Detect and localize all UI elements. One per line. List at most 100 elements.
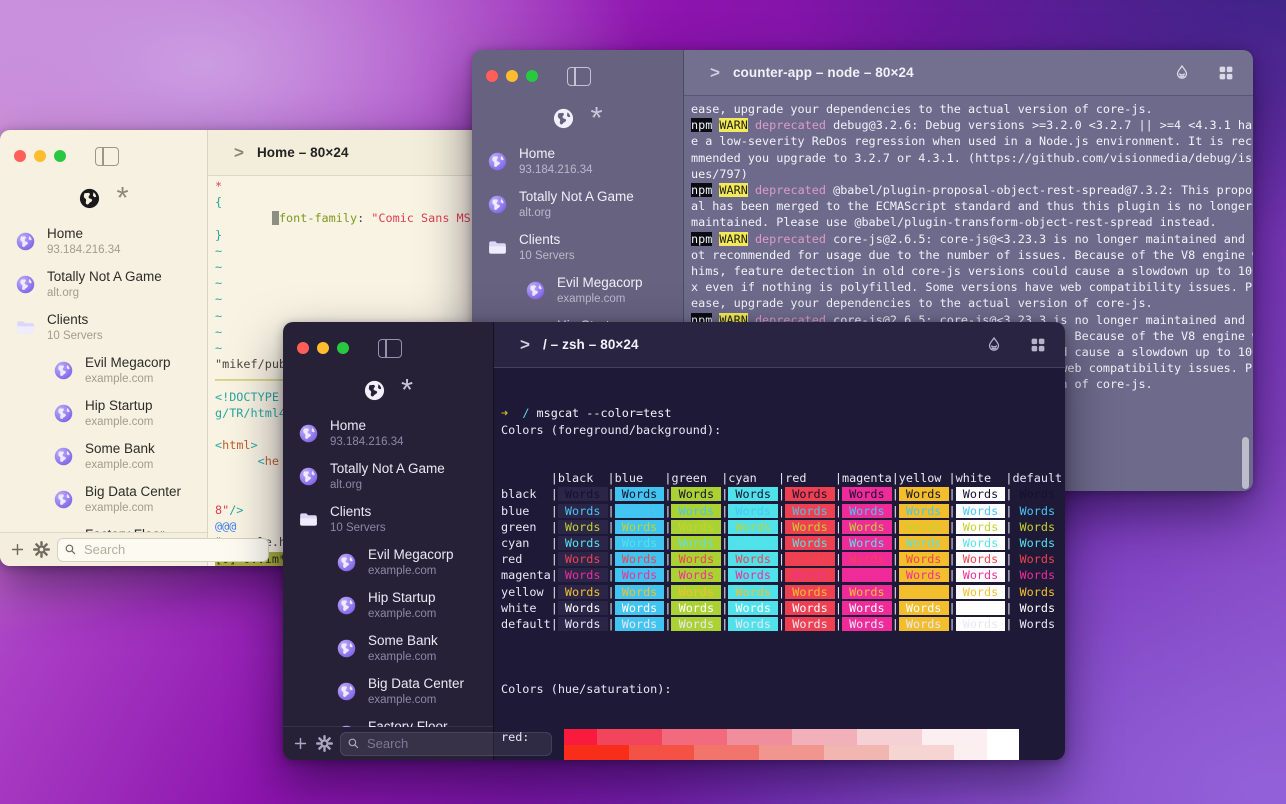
globe-icon (487, 151, 508, 172)
gear-icon[interactable] (33, 541, 50, 558)
globe-icon (298, 423, 319, 444)
prompt-icon: > (234, 143, 244, 163)
zsh-terminal-output[interactable]: ➜ / msgcat --color=testColors (foregroun… (494, 368, 1065, 760)
server-detail: 10 Servers (47, 329, 103, 343)
sidebar-item-evil-megacorp[interactable]: Evil Megacorpexample.com (283, 541, 493, 584)
server-name: Home (519, 146, 593, 163)
add-server-button[interactable] (292, 735, 309, 752)
sidebar-item-home[interactable]: Home93.184.216.34 (472, 140, 683, 183)
sidebar-toggle-icon[interactable] (95, 147, 119, 166)
window-zsh: * Home93.184.216.34Totally Not A Gamealt… (283, 322, 1065, 760)
server-name: Big Data Center (368, 676, 464, 693)
window-titlebar[interactable]: > / – zsh – 80×24 (494, 322, 1065, 368)
sidebar-item-big-data-center[interactable]: Big Data Centerexample.com (283, 670, 493, 713)
terminal-line: x even if nothing is polyfilled. Some ve… (691, 279, 1253, 295)
gear-icon[interactable] (316, 735, 333, 752)
scrollbar[interactable] (1242, 437, 1249, 489)
sidebar-item-clients[interactable]: Clients10 Servers (472, 226, 683, 269)
window-titlebar[interactable]: > counter-app – node – 80×24 (684, 50, 1253, 96)
globe-icon (298, 466, 319, 487)
search-input[interactable] (82, 541, 262, 558)
zoom-button[interactable] (526, 70, 538, 82)
sidebar-item-clients[interactable]: Clients10 Servers (283, 498, 493, 541)
globe-icon (53, 489, 74, 510)
window-title: / – zsh – 80×24 (543, 337, 639, 352)
sidebar-item-home[interactable]: Home93.184.216.34 (0, 220, 207, 263)
minimize-button[interactable] (506, 70, 518, 82)
terminal-line: hims, feature detection in old core-js v… (691, 263, 1253, 279)
server-name: Some Bank (85, 441, 155, 458)
tile-windows-icon[interactable] (1029, 336, 1047, 354)
server-detail: 93.184.216.34 (47, 243, 121, 257)
server-name: Some Bank (368, 633, 438, 650)
color-table-row: blue | Words | Words | Words | Words | W… (501, 503, 1065, 519)
hue-saturation-chart (564, 729, 1019, 760)
add-server-button[interactable] (9, 541, 26, 558)
search-icon (64, 543, 77, 556)
color-table-row: cyan | Words | Words | Words | Words | W… (501, 535, 1065, 551)
search-icon (347, 737, 360, 750)
sidebar-item-big-data-center[interactable]: Big Data Centerexample.com (0, 478, 207, 521)
server-detail: 10 Servers (519, 249, 575, 263)
server-sidebar: * Home93.184.216.34Totally Not A Gamealt… (0, 130, 208, 566)
window-title: Home – 80×24 (257, 145, 349, 160)
server-detail: example.com (368, 564, 454, 578)
sidebar-item-hip-startup[interactable]: Hip Startupexample.com (283, 584, 493, 627)
server-detail: 93.184.216.34 (330, 435, 404, 449)
server-name: Home (47, 226, 121, 243)
asterisk-icon[interactable]: * (116, 188, 128, 208)
sidebar-toggle-icon[interactable] (378, 339, 402, 358)
server-name: Totally Not A Game (519, 189, 634, 206)
close-button[interactable] (297, 342, 309, 354)
sidebar-item-clients[interactable]: Clients10 Servers (0, 306, 207, 349)
folder-icon (487, 237, 508, 258)
globe-icon (336, 595, 357, 616)
minimize-button[interactable] (317, 342, 329, 354)
globe-icon[interactable] (552, 107, 575, 130)
server-name: Big Data Center (85, 484, 181, 501)
tile-windows-icon[interactable] (1217, 64, 1235, 82)
search-field[interactable] (57, 538, 269, 562)
sidebar-item-evil-megacorp[interactable]: Evil Megacorpexample.com (472, 269, 683, 312)
asterisk-icon[interactable]: * (401, 380, 413, 400)
theme-droplet-icon[interactable] (1173, 64, 1191, 82)
terminal-line: mmended you upgrade to 3.2.7 or 4.3.1. (… (691, 150, 1253, 166)
sidebar-header-icons: * (472, 50, 683, 133)
sidebar-item-factory-floor[interactable]: Factory Floorexample.com (283, 713, 493, 727)
sidebar-item-totally-not-a-game[interactable]: Totally Not A Gamealt.org (0, 263, 207, 306)
terminal-line: ot recommended for usage due to the numb… (691, 247, 1253, 263)
search-field[interactable] (340, 732, 552, 756)
terminal-line: npm WARN deprecated debug@3.2.6: Debug v… (691, 117, 1253, 133)
sidebar-item-hip-startup[interactable]: Hip Startupexample.com (0, 392, 207, 435)
terminal-line: al has been merged to the ECMAScript sta… (691, 198, 1253, 214)
globe-icon (53, 360, 74, 381)
terminal-line: npm WARN deprecated @babel/plugin-propos… (691, 182, 1253, 198)
zoom-button[interactable] (54, 150, 66, 162)
search-input[interactable] (365, 735, 545, 752)
server-name: Clients (47, 312, 103, 329)
sidebar-item-some-bank[interactable]: Some Bankexample.com (0, 435, 207, 478)
server-name: Clients (519, 232, 575, 249)
zsh-command-lines: ➜ / msgcat --color=testColors (foregroun… (501, 405, 1065, 437)
zoom-button[interactable] (337, 342, 349, 354)
close-button[interactable] (486, 70, 498, 82)
color-table-row: red | Words | Words | Words | Words | Wo… (501, 551, 1065, 567)
globe-icon[interactable] (363, 379, 386, 402)
sidebar-item-evil-megacorp[interactable]: Evil Megacorpexample.com (0, 349, 207, 392)
sidebar-toggle-icon[interactable] (567, 67, 591, 86)
sidebar-item-some-bank[interactable]: Some Bankexample.com (283, 627, 493, 670)
asterisk-icon[interactable]: * (590, 108, 602, 128)
close-button[interactable] (14, 150, 26, 162)
server-name: Hip Startup (368, 590, 436, 607)
globe-icon (336, 681, 357, 702)
sidebar-item-home[interactable]: Home93.184.216.34 (283, 412, 493, 455)
sidebar-item-totally-not-a-game[interactable]: Totally Not A Gamealt.org (283, 455, 493, 498)
traffic-lights (297, 342, 349, 354)
sidebar-item-totally-not-a-game[interactable]: Totally Not A Gamealt.org (472, 183, 683, 226)
globe-icon (53, 446, 74, 467)
sidebar-header-icons: * (283, 322, 493, 405)
minimize-button[interactable] (34, 150, 46, 162)
terminal-line: Colors (foreground/background): (501, 422, 1065, 438)
theme-droplet-icon[interactable] (985, 336, 1003, 354)
globe-icon[interactable] (78, 187, 101, 210)
